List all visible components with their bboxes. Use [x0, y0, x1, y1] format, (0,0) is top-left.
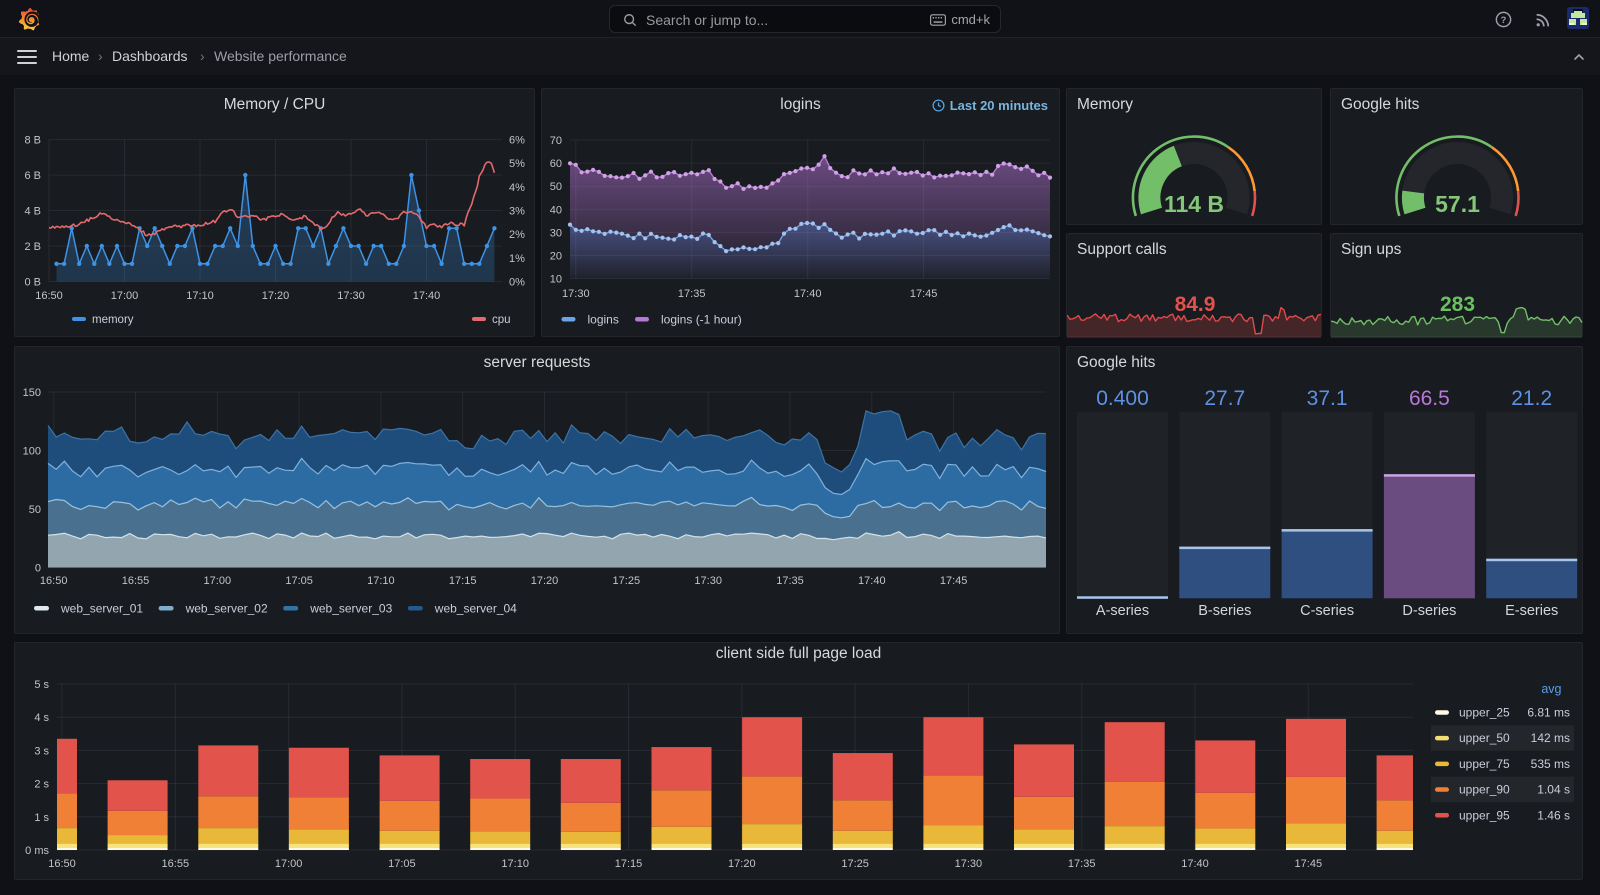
svg-text:upper_90: upper_90	[1459, 783, 1510, 797]
svg-text:21.2: 21.2	[1511, 387, 1552, 410]
svg-text:cpu: cpu	[492, 314, 511, 326]
svg-text:142 ms: 142 ms	[1531, 731, 1570, 745]
svg-text:84.9: 84.9	[1175, 293, 1216, 316]
svg-text:web_server_01: web_server_01	[60, 602, 143, 616]
svg-text:60: 60	[550, 158, 562, 170]
svg-text:?: ?	[1501, 15, 1507, 25]
svg-text:535 ms: 535 ms	[1531, 757, 1570, 771]
svg-text:283: 283	[1440, 293, 1475, 316]
svg-text:1%: 1%	[509, 253, 525, 265]
svg-text:logins (-1 hour): logins (-1 hour)	[661, 313, 742, 327]
svg-text:6 B: 6 B	[24, 170, 41, 182]
svg-text:17:00: 17:00	[111, 290, 139, 302]
svg-text:50: 50	[550, 181, 562, 193]
svg-text:web_server_02: web_server_02	[185, 602, 268, 616]
svg-text:17:40: 17:40	[858, 575, 886, 587]
svg-text:114 B: 114 B	[1164, 191, 1224, 217]
svg-text:17:30: 17:30	[337, 290, 365, 302]
svg-text:8 B: 8 B	[24, 135, 41, 147]
svg-text:10: 10	[550, 274, 562, 286]
svg-text:66.5: 66.5	[1409, 387, 1450, 410]
svg-text:1.04 s: 1.04 s	[1537, 783, 1570, 797]
svg-text:upper_75: upper_75	[1459, 757, 1510, 771]
svg-text:57.1: 57.1	[1435, 191, 1480, 217]
svg-text:70: 70	[550, 135, 562, 147]
svg-text:2%: 2%	[509, 229, 525, 241]
svg-text:17:25: 17:25	[613, 575, 641, 587]
svg-text:17:20: 17:20	[531, 575, 559, 587]
svg-text:web_server_04: web_server_04	[434, 602, 517, 616]
svg-text:logins: logins	[588, 313, 619, 327]
svg-text:17:40: 17:40	[1181, 858, 1209, 870]
svg-text:memory: memory	[92, 314, 134, 326]
svg-text:3 s: 3 s	[34, 745, 49, 757]
svg-text:17:35: 17:35	[678, 288, 706, 300]
svg-text:17:45: 17:45	[1295, 858, 1323, 870]
svg-text:16:50: 16:50	[40, 575, 68, 587]
svg-text:17:25: 17:25	[841, 858, 869, 870]
svg-text:17:30: 17:30	[562, 288, 590, 300]
svg-text:17:15: 17:15	[449, 575, 477, 587]
svg-text:4 s: 4 s	[34, 712, 49, 724]
svg-text:E-series: E-series	[1505, 603, 1558, 619]
svg-text:17:10: 17:10	[367, 575, 395, 587]
svg-text:150: 150	[23, 387, 41, 399]
svg-text:3%: 3%	[509, 206, 525, 218]
svg-text:17:40: 17:40	[413, 290, 441, 302]
svg-text:17:20: 17:20	[728, 858, 756, 870]
svg-text:4%: 4%	[509, 182, 525, 194]
svg-text:17:35: 17:35	[1068, 858, 1096, 870]
svg-text:17:10: 17:10	[186, 290, 214, 302]
svg-text:17:30: 17:30	[955, 858, 983, 870]
svg-text:17:05: 17:05	[388, 858, 416, 870]
svg-text:17:30: 17:30	[694, 575, 722, 587]
svg-text:16:50: 16:50	[48, 858, 76, 870]
svg-text:27.7: 27.7	[1204, 387, 1245, 410]
svg-text:2 s: 2 s	[34, 779, 49, 791]
svg-text:C-series: C-series	[1300, 603, 1354, 619]
svg-text:17:45: 17:45	[940, 575, 968, 587]
svg-text:17:10: 17:10	[501, 858, 529, 870]
svg-text:1.46 s: 1.46 s	[1537, 808, 1570, 822]
svg-text:50: 50	[29, 504, 41, 516]
svg-text:30: 30	[550, 227, 562, 239]
svg-text:17:00: 17:00	[204, 575, 232, 587]
svg-text:0%: 0%	[509, 277, 525, 289]
svg-text:100: 100	[23, 446, 41, 458]
svg-text:5 s: 5 s	[34, 679, 49, 691]
svg-text:B-series: B-series	[1198, 603, 1251, 619]
svg-text:16:55: 16:55	[162, 858, 190, 870]
svg-text:16:55: 16:55	[122, 575, 150, 587]
svg-text:6.81 ms: 6.81 ms	[1527, 706, 1570, 720]
svg-text:16:50: 16:50	[35, 290, 63, 302]
svg-text:17:15: 17:15	[615, 858, 643, 870]
svg-text:1 s: 1 s	[34, 812, 49, 824]
svg-text:web_server_03: web_server_03	[309, 602, 392, 616]
svg-text:upper_50: upper_50	[1459, 731, 1510, 745]
svg-text:upper_25: upper_25	[1459, 706, 1510, 720]
svg-text:0.400: 0.400	[1096, 387, 1149, 410]
svg-text:2 B: 2 B	[24, 241, 41, 253]
svg-text:D-series: D-series	[1402, 603, 1456, 619]
svg-text:37.1: 37.1	[1307, 387, 1348, 410]
svg-text:6%: 6%	[509, 135, 525, 147]
svg-text:17:00: 17:00	[275, 858, 303, 870]
svg-text:avg: avg	[1541, 682, 1561, 696]
svg-text:upper_95: upper_95	[1459, 808, 1510, 822]
svg-text:40: 40	[550, 204, 562, 216]
svg-text:17:35: 17:35	[776, 575, 804, 587]
svg-text:0 ms: 0 ms	[25, 845, 49, 857]
svg-text:4 B: 4 B	[24, 206, 41, 218]
svg-text:0 B: 0 B	[24, 277, 41, 289]
svg-text:17:40: 17:40	[794, 288, 822, 300]
svg-text:17:45: 17:45	[910, 288, 938, 300]
svg-text:A-series: A-series	[1096, 603, 1149, 619]
svg-text:17:05: 17:05	[285, 575, 313, 587]
svg-text:5%: 5%	[509, 158, 525, 170]
svg-text:20: 20	[550, 251, 562, 263]
svg-text:0: 0	[35, 563, 41, 575]
svg-text:17:20: 17:20	[262, 290, 290, 302]
